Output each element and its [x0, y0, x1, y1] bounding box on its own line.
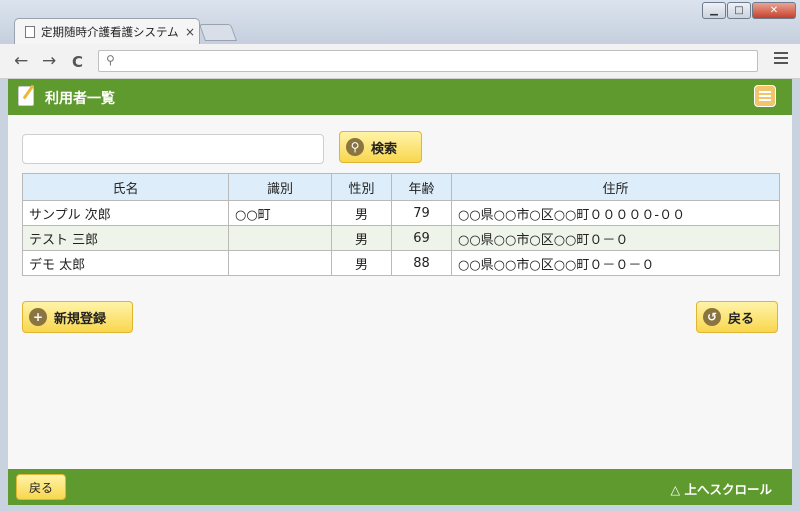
minimize-button[interactable]: ▁ [702, 2, 726, 19]
search-button-label: 検索 [371, 141, 398, 157]
page-header: 利用者一覧 [8, 79, 792, 115]
search-input[interactable] [22, 134, 324, 164]
menu-button[interactable] [754, 85, 776, 107]
page-icon [25, 26, 35, 38]
cell-name[interactable]: サンプル 次郎 [22, 200, 229, 226]
reload-icon[interactable]: C [72, 53, 83, 71]
search-icon: ⚲ [106, 53, 115, 67]
footer-back-button[interactable]: 戻る [16, 474, 67, 500]
window-controls: ▁ □ ✕ [701, 2, 796, 19]
cell-id [228, 250, 332, 276]
back-button[interactable]: ↺ 戻る [696, 301, 778, 333]
maximize-button[interactable]: □ [727, 2, 751, 19]
search-icon: ⚲ [346, 138, 364, 156]
new-registration-label: 新規登録 [54, 311, 107, 327]
table-row[interactable]: サンプル 次郎 ○○町 男 79 ○○県○○市○区○○町０００００-００ [22, 200, 780, 226]
page-title: 利用者一覧 [45, 91, 115, 107]
browser-menu-icon[interactable] [774, 52, 788, 67]
column-header-name[interactable]: 氏名 [22, 173, 229, 201]
cell-age: 69 [391, 225, 452, 251]
table-row[interactable]: テスト 三郎 男 69 ○○県○○市○区○○町０－０ [22, 225, 780, 251]
browser-window: 定期随時介護看護システム × ▁ □ ✕ ← → C ⚲ 利用者一覧 ⚲ 検索 [0, 0, 800, 511]
title-bar: 定期随時介護看護システム × ▁ □ ✕ [0, 0, 800, 45]
column-header-sex[interactable]: 性別 [331, 173, 392, 201]
column-header-address[interactable]: 住所 [451, 173, 780, 201]
tab-close-icon[interactable]: × [185, 25, 195, 39]
notepad-icon [18, 86, 34, 106]
page-footer: 戻る △ 上へスクロール [8, 469, 792, 505]
new-tab-button[interactable] [198, 24, 238, 41]
cell-id [228, 225, 332, 251]
cell-name[interactable]: デモ 太郎 [22, 250, 229, 276]
cell-address: ○○県○○市○区○○町０－０ [451, 225, 780, 251]
browser-toolbar: ← → C ⚲ [0, 44, 800, 79]
cell-age: 79 [391, 200, 452, 226]
column-header-id[interactable]: 識別 [228, 173, 332, 201]
plus-icon: + [29, 308, 47, 326]
cell-id: ○○町 [228, 200, 332, 226]
cell-name[interactable]: テスト 三郎 [22, 225, 229, 251]
cell-age: 88 [391, 250, 452, 276]
back-button-label: 戻る [728, 311, 755, 327]
cell-sex: 男 [331, 250, 392, 276]
user-table: 氏名 識別 性別 年齢 住所 サンプル 次郎 ○○町 男 79 ○○県○○市○区… [22, 173, 780, 276]
page-content: 利用者一覧 ⚲ 検索 氏名 識別 性別 年齢 住所 サンプル 次郎 ○○町 男 … [8, 79, 792, 505]
new-registration-button[interactable]: + 新規登録 [22, 301, 133, 333]
back-arrow-icon[interactable]: ← [14, 51, 28, 71]
browser-tab[interactable]: 定期随時介護看護システム × [14, 18, 200, 45]
column-header-age[interactable]: 年齢 [391, 173, 452, 201]
search-button[interactable]: ⚲ 検索 [339, 131, 422, 163]
cell-sex: 男 [331, 200, 392, 226]
address-bar[interactable]: ⚲ [98, 50, 758, 72]
cell-address: ○○県○○市○区○○町０－０－０ [451, 250, 780, 276]
cell-sex: 男 [331, 225, 392, 251]
forward-arrow-icon[interactable]: → [42, 51, 56, 71]
close-button[interactable]: ✕ [752, 2, 796, 19]
tab-title: 定期随時介護看護システム [41, 25, 179, 39]
undo-icon: ↺ [703, 308, 721, 326]
table-header-row: 氏名 識別 性別 年齢 住所 [22, 173, 780, 201]
scroll-to-top-link[interactable]: △ 上へスクロール [671, 479, 772, 498]
cell-address: ○○県○○市○区○○町０００００-００ [451, 200, 780, 226]
table-row[interactable]: デモ 太郎 男 88 ○○県○○市○区○○町０－０－０ [22, 250, 780, 276]
